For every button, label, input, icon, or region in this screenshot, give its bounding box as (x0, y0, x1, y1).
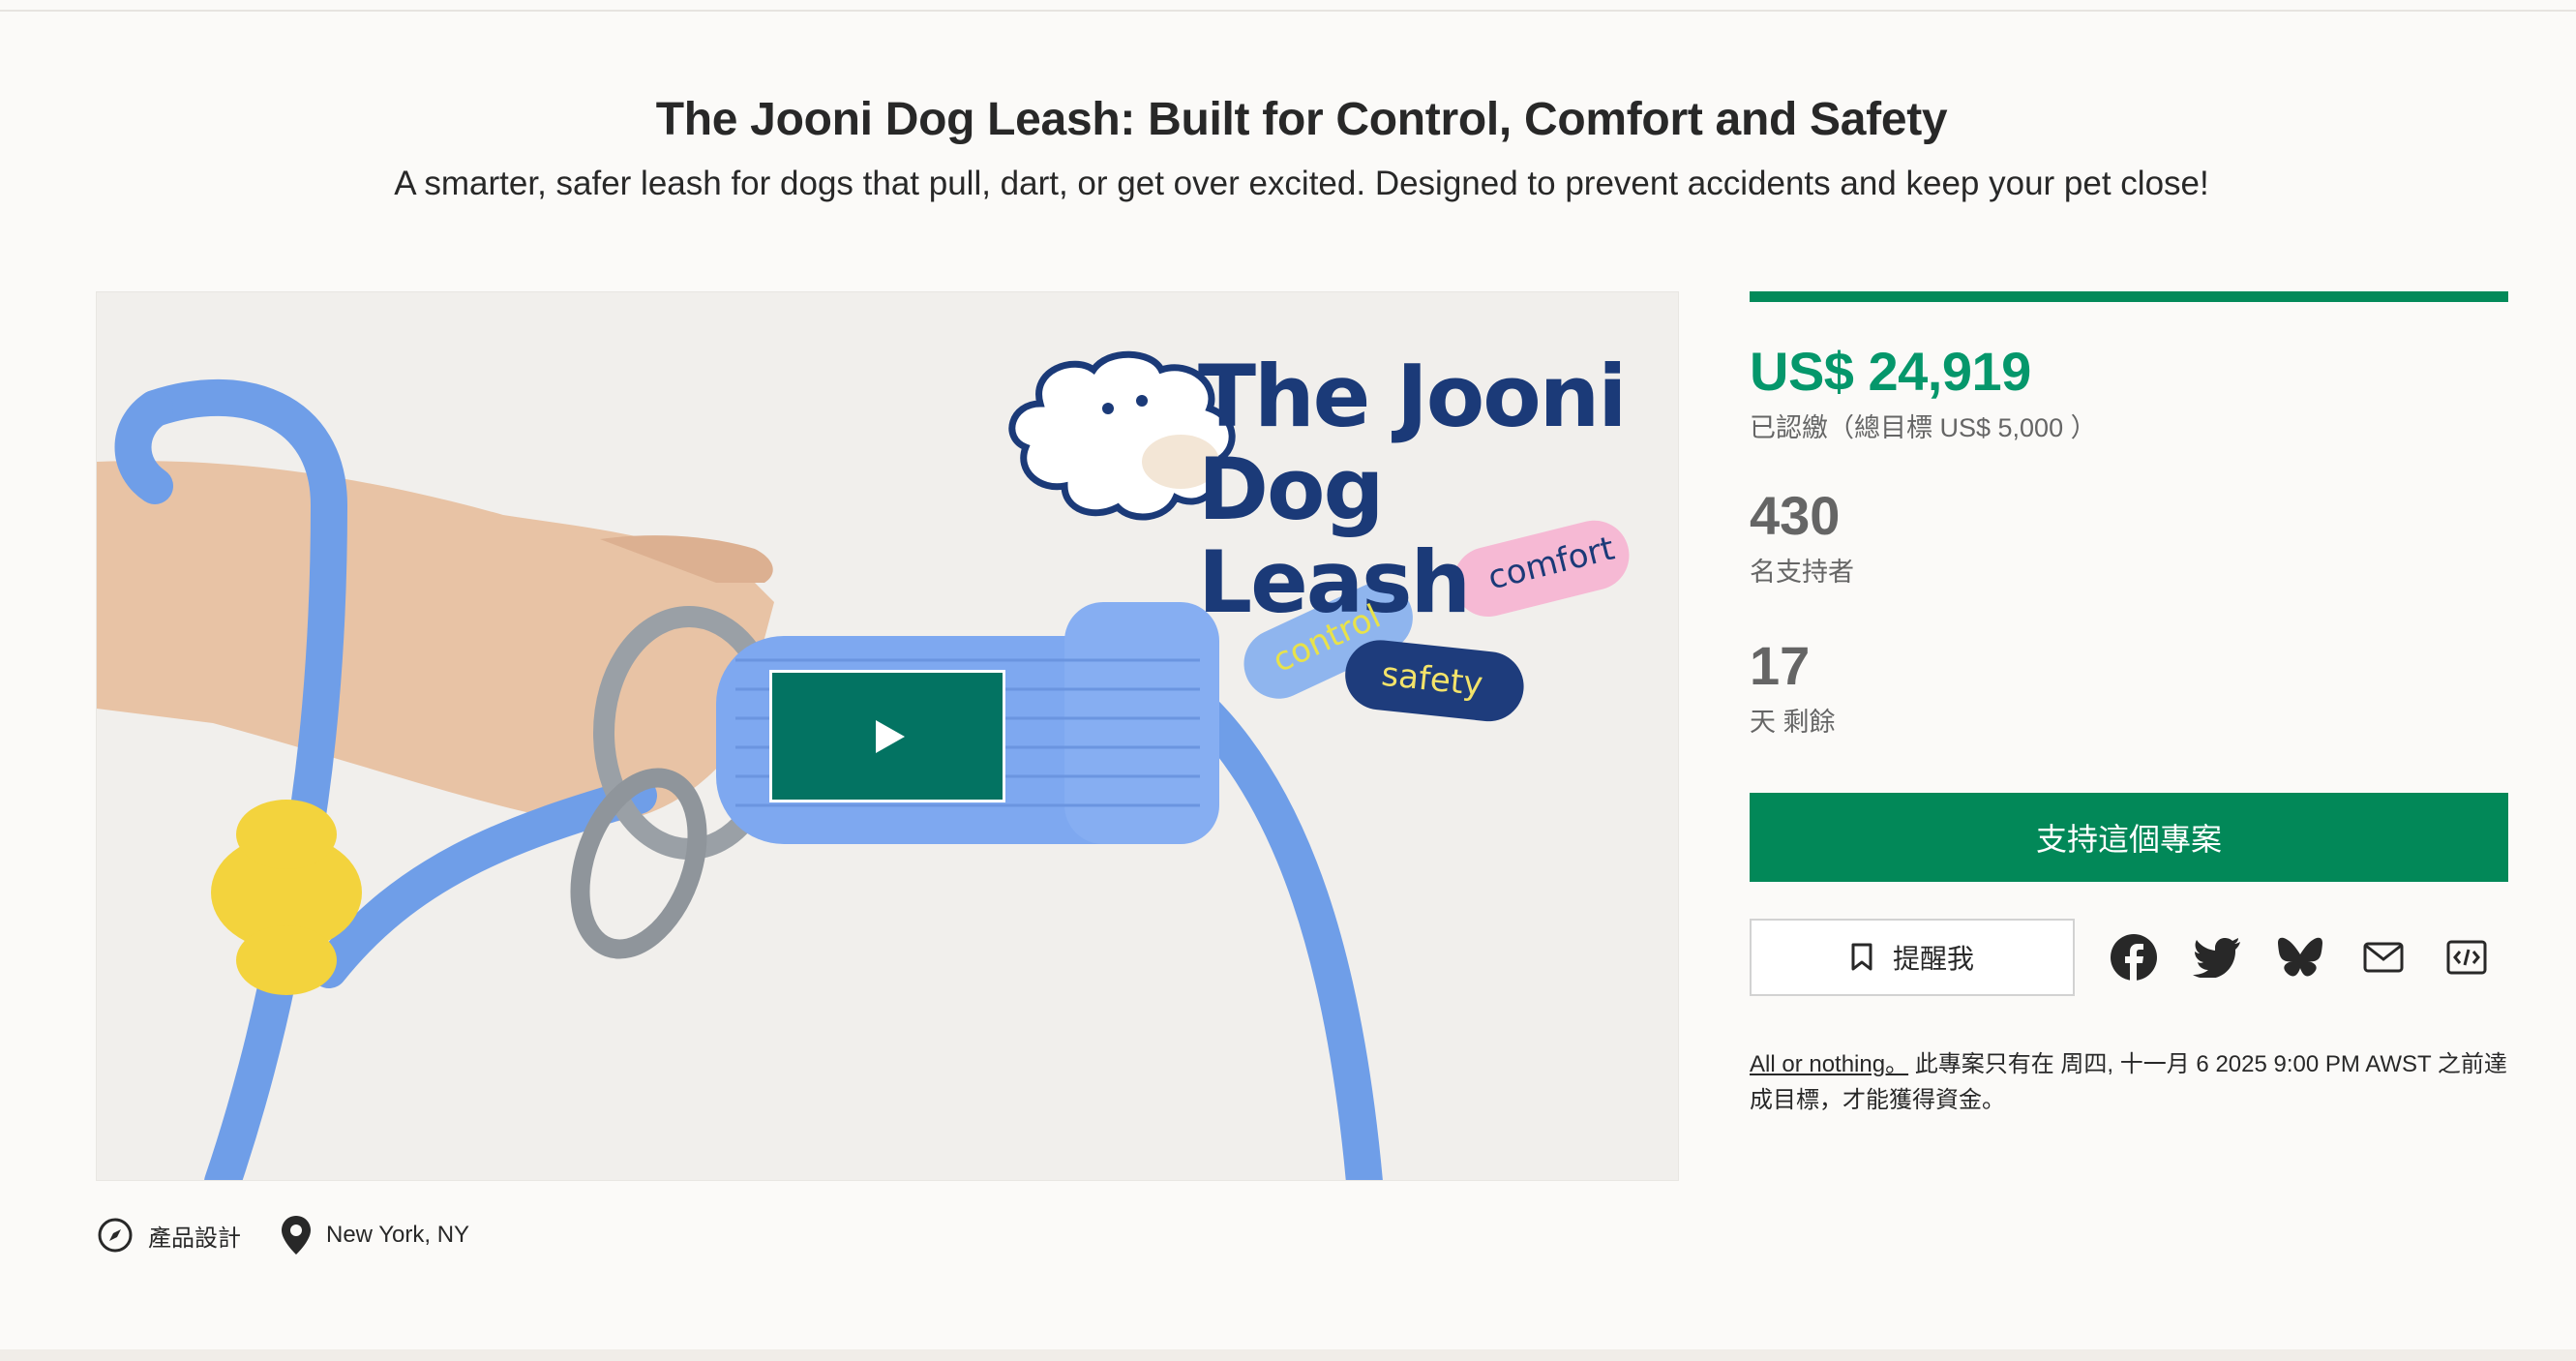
embed-code-icon (2446, 940, 2487, 975)
twitter-icon (2193, 938, 2240, 978)
backers-label: 名支持者 (1750, 558, 1854, 587)
category-link[interactable]: 產品設計 (96, 1216, 241, 1255)
brand-line-1: The Jooni (1198, 347, 1627, 446)
location-pin-icon (282, 1216, 311, 1255)
funding-terms: All or nothing。 此專案只有在 周四, 十一月 6 2025 9:… (1750, 1046, 2508, 1118)
remind-me-label: 提醒我 (1892, 944, 1974, 974)
funding-sidebar: US$ 24,919 已認繳（總目標 US$ 5,000 ） 430 名支持者 … (1750, 291, 2508, 1118)
email-share[interactable] (2342, 919, 2425, 996)
backers-count: 430 (1750, 485, 1841, 546)
all-or-nothing-link[interactable]: All or nothing。 (1750, 1051, 1908, 1077)
pledged-amount: US$ 24,919 (1750, 341, 2031, 402)
embed-share[interactable] (2425, 919, 2508, 996)
pledged-label: 已認繳（總目標 US$ 5,000 ） (1750, 413, 2097, 442)
days-remaining: 17 (1750, 635, 1811, 696)
facebook-icon (2111, 934, 2157, 981)
bluesky-share[interactable] (2259, 919, 2342, 996)
bookmark-icon (1851, 943, 1872, 971)
play-icon (876, 719, 905, 753)
location-link[interactable]: New York, NY (280, 1214, 469, 1256)
mail-icon (2363, 942, 2404, 973)
facebook-share[interactable] (2092, 919, 2175, 996)
category-label: 產品設計 (148, 1225, 241, 1252)
play-video-button[interactable] (769, 670, 1005, 802)
project-meta: 產品設計 New York, NY (96, 1214, 508, 1256)
remind-me-button[interactable]: 提醒我 (1750, 919, 2075, 996)
funding-progress-bar (1750, 291, 2508, 302)
action-row: 提醒我 (1750, 919, 2508, 996)
project-subtitle: A smarter, safer leash for dogs that pul… (394, 165, 2209, 202)
location-label: New York, NY (326, 1222, 470, 1248)
bottom-band (0, 1349, 2576, 1361)
bluesky-icon (2278, 937, 2322, 977)
back-project-button[interactable]: 支持這個專案 (1750, 793, 2508, 882)
compass-icon (98, 1218, 133, 1253)
share-icons (2092, 919, 2508, 996)
project-video[interactable]: The Jooni Dog Leash comfort control safe… (96, 291, 1679, 1181)
project-title: The Jooni Dog Leash: Built for Control, … (655, 94, 1948, 145)
funding-progress-fill (1750, 291, 2508, 302)
twitter-share[interactable] (2175, 919, 2259, 996)
brand-title: The Jooni Dog Leash (1198, 350, 1678, 629)
days-label: 天 剩餘 (1750, 708, 1836, 737)
top-divider (0, 10, 2576, 12)
